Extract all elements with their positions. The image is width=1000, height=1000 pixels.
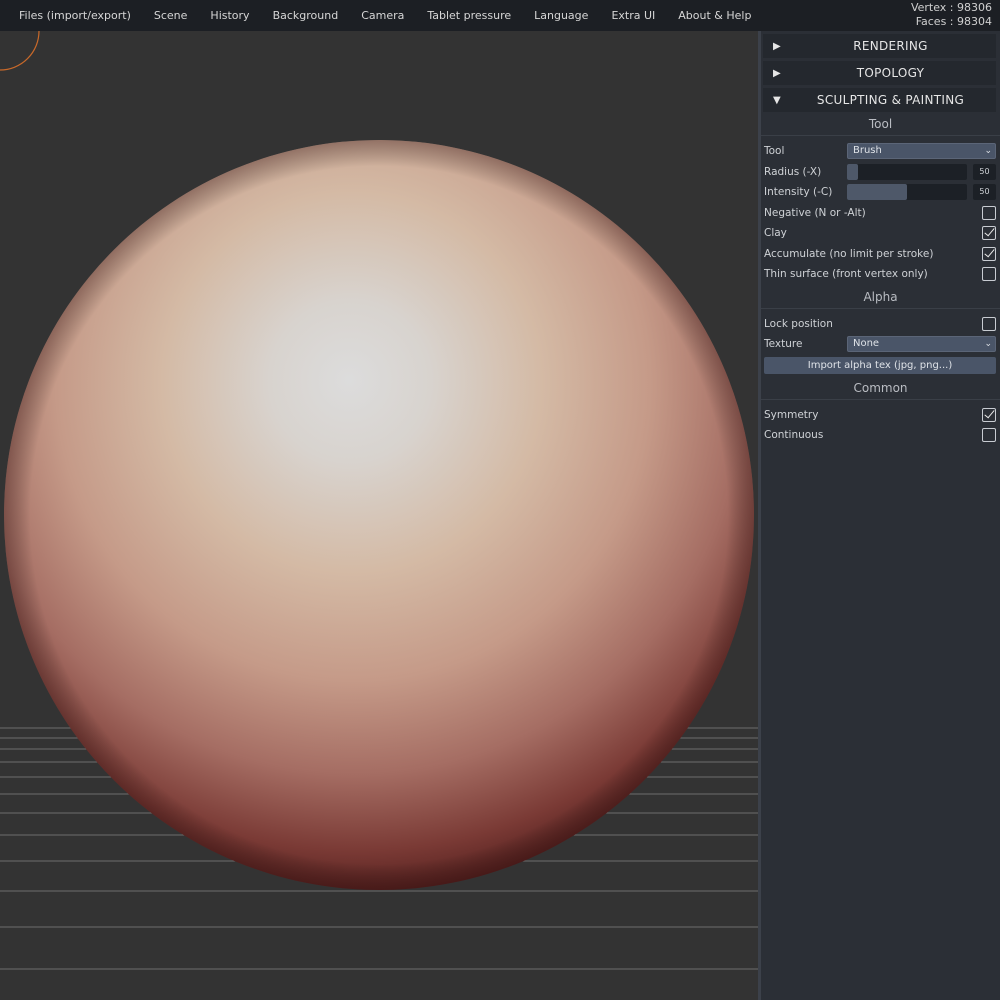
section-title-tool: Tool <box>761 112 1000 136</box>
viewport-scene <box>0 31 758 970</box>
folder-rendering[interactable]: ▶ RENDERING <box>763 34 996 58</box>
row-intensity: Intensity (-C) 50 <box>761 182 1000 203</box>
brush-cursor <box>0 31 40 71</box>
symmetry-checkbox[interactable] <box>982 407 996 422</box>
thin-surface-label: Thin surface (front vertex only) <box>764 268 928 281</box>
row-symmetry: Symmetry <box>761 405 1000 426</box>
texture-select-value: None <box>853 338 880 350</box>
expanded-arrow-icon: ▼ <box>773 94 781 106</box>
chevron-down-icon: ⌄ <box>984 339 992 350</box>
lock-position-checkbox[interactable] <box>982 316 996 331</box>
menu-background[interactable]: Background <box>261 0 350 31</box>
menu-scene[interactable]: Scene <box>142 0 199 31</box>
viewport-canvas[interactable] <box>0 31 758 1000</box>
collapsed-arrow-icon: ▶ <box>773 40 781 52</box>
row-texture: Texture None ⌄ <box>761 334 1000 355</box>
negative-checkbox[interactable] <box>982 205 996 220</box>
row-accumulate: Accumulate (no limit per stroke) <box>761 244 1000 265</box>
menu-language[interactable]: Language <box>523 0 600 31</box>
menu-camera[interactable]: Camera <box>350 0 416 31</box>
mesh-info: Vertex : 98306 Faces : 98304 <box>911 1 992 29</box>
import-alpha-button[interactable]: Import alpha tex (jpg, png...) <box>764 356 996 374</box>
menu-extra-ui[interactable]: Extra UI <box>600 0 667 31</box>
intensity-slider-fill <box>847 184 907 201</box>
row-thin-surface: Thin surface (front vertex only) <box>761 264 1000 285</box>
row-tool: Tool Brush ⌄ <box>761 141 1000 162</box>
thin-surface-checkbox[interactable] <box>982 267 996 282</box>
folder-topology[interactable]: ▶ TOPOLOGY <box>763 61 996 85</box>
symmetry-label: Symmetry <box>764 408 819 421</box>
intensity-value[interactable]: 50 <box>973 184 996 201</box>
folder-rendering-title: RENDERING <box>853 39 928 53</box>
row-lock-position: Lock position <box>761 314 1000 335</box>
lock-position-label: Lock position <box>764 317 833 330</box>
menu-tablet-pressure[interactable]: Tablet pressure <box>416 0 523 31</box>
row-negative: Negative (N or -Alt) <box>761 203 1000 224</box>
texture-label: Texture <box>764 338 803 351</box>
row-clay: Clay <box>761 223 1000 244</box>
vertex-count: Vertex : 98306 <box>910 1 992 14</box>
tool-select-value: Brush <box>853 145 882 157</box>
section-title-common: Common <box>761 376 1000 400</box>
radius-slider-fill <box>847 163 858 180</box>
accumulate-label: Accumulate (no limit per stroke) <box>764 247 934 260</box>
menu-history[interactable]: History <box>199 0 261 31</box>
accumulate-checkbox[interactable] <box>982 246 996 261</box>
tool-label: Tool <box>764 145 785 158</box>
radius-label: Radius (-X) <box>764 165 822 178</box>
intensity-slider[interactable] <box>847 184 967 201</box>
section-title-alpha: Alpha <box>761 285 1000 309</box>
menubar: Files (import/export) Scene History Back… <box>0 0 1000 31</box>
side-panel: ▶ RENDERING ▶ TOPOLOGY ▼ SCULPTING & PAI… <box>758 31 1000 1000</box>
negative-label: Negative (N or -Alt) <box>764 206 866 219</box>
folder-sculpting-painting[interactable]: ▼ SCULPTING & PAINTING <box>763 88 996 112</box>
clay-label: Clay <box>764 227 787 240</box>
collapsed-arrow-icon: ▶ <box>773 67 781 79</box>
radius-slider[interactable] <box>847 163 967 180</box>
continuous-label: Continuous <box>764 429 824 442</box>
folder-sculpting-title: SCULPTING & PAINTING <box>816 93 965 107</box>
intensity-label: Intensity (-C) <box>764 186 833 199</box>
chevron-down-icon: ⌄ <box>984 146 992 157</box>
clay-checkbox[interactable] <box>982 226 996 241</box>
radius-value[interactable]: 50 <box>973 163 996 180</box>
menu-files[interactable]: Files (import/export) <box>0 0 142 31</box>
menu-about-help[interactable]: About & Help <box>667 0 763 31</box>
faces-count: Faces : 98304 <box>915 15 992 28</box>
folder-topology-title: TOPOLOGY <box>856 66 925 80</box>
texture-select[interactable]: None ⌄ <box>847 336 996 353</box>
tool-select[interactable]: Brush ⌄ <box>847 143 996 160</box>
continuous-checkbox[interactable] <box>982 428 996 443</box>
row-radius: Radius (-X) 50 <box>761 162 1000 183</box>
row-continuous: Continuous <box>761 425 1000 446</box>
